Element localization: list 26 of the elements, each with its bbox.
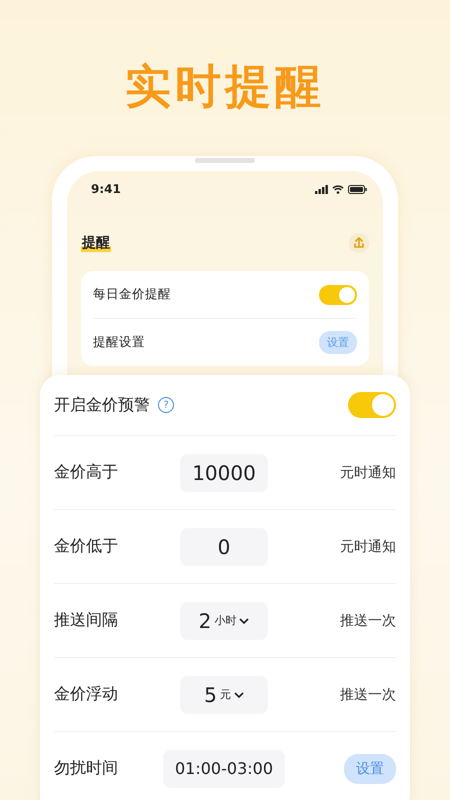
setting-label: 每日金价提醒 — [93, 286, 171, 303]
row-suffix: 推送一次 — [340, 612, 396, 630]
value-field[interactable]: 0 — [180, 528, 268, 566]
toggle-switch[interactable] — [348, 392, 396, 418]
toggle-switch[interactable] — [319, 284, 357, 304]
setting-label: 提醒设置 — [93, 334, 145, 351]
row-label: 金价浮动 — [54, 684, 119, 705]
wifi-icon — [332, 184, 344, 194]
battery-icon — [348, 184, 367, 194]
notch-bar — [195, 158, 255, 163]
row-label: 金价低于 — [54, 536, 119, 557]
status-time: 9:41 — [91, 182, 121, 196]
row-suffix: 元时通知 — [340, 538, 396, 556]
chevron-down-icon — [239, 618, 250, 624]
signal-icon — [315, 184, 328, 194]
alert-title: 开启金价预警 — [54, 394, 150, 416]
row-label: 勿扰时间 — [54, 758, 119, 779]
row-suffix: 推送一次 — [340, 686, 396, 704]
share-icon[interactable] — [349, 233, 369, 253]
value-field[interactable]: 10000 — [180, 454, 268, 492]
headline: 实时提醒 — [125, 58, 325, 115]
row-label: 金价高于 — [54, 462, 119, 483]
row-label: 推送间隔 — [54, 610, 119, 631]
row-suffix: 元时通知 — [340, 464, 396, 482]
chevron-down-icon — [234, 692, 244, 698]
time-range-field[interactable]: 01:00-03:00 — [163, 750, 285, 788]
